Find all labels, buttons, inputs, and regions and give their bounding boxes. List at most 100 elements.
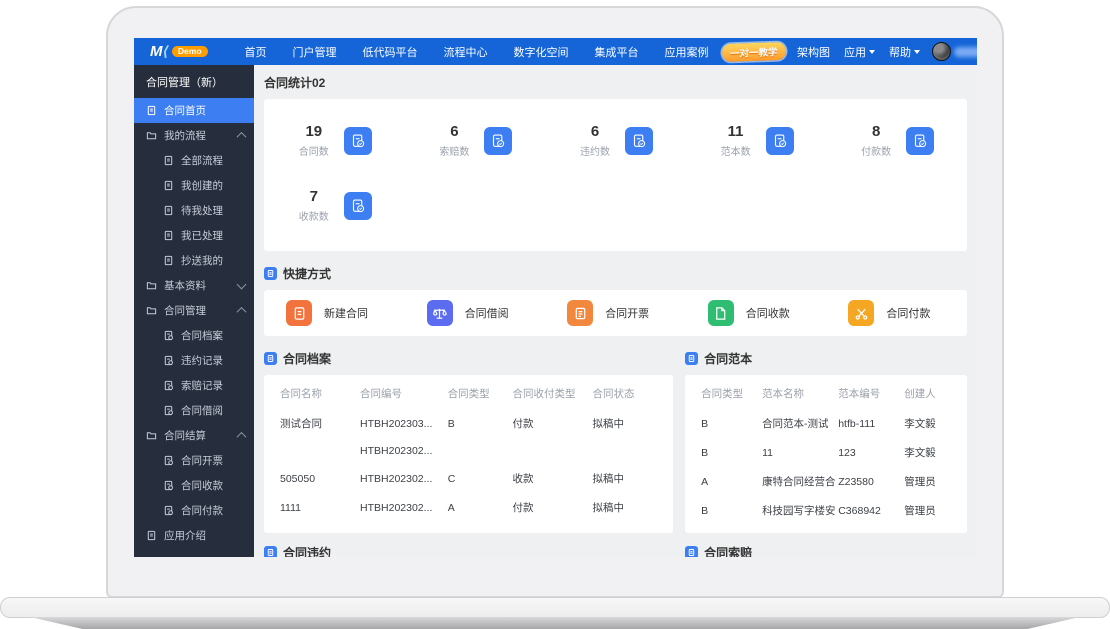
- nav-menu-item[interactable]: 低代码平台: [350, 44, 431, 60]
- sidebar-item[interactable]: 索赔记录: [134, 373, 254, 398]
- shortcut-item[interactable]: 新建合同: [264, 300, 405, 326]
- column-header: 合同名称: [278, 377, 358, 409]
- sidebar-item-label: 全部流程: [181, 153, 223, 168]
- table-cell: HTBH202302...: [358, 438, 446, 464]
- sidebar-item[interactable]: 待我处理: [134, 198, 254, 223]
- template-table-card: 合同类型范本名称范本编号创建人B合同范本-测试htfb-111李文毅B11123…: [685, 375, 967, 533]
- column-header: 合同状态: [591, 377, 660, 409]
- nav-menu-item[interactable]: 集成平台: [582, 44, 652, 60]
- chevron-up-icon: [237, 432, 247, 442]
- stat-doc-icon[interactable]: [625, 127, 653, 155]
- sidebar-item[interactable]: 我创建的: [134, 173, 254, 198]
- table-row[interactable]: B11123李文毅: [699, 438, 953, 467]
- shortcut-label: 合同付款: [886, 305, 930, 321]
- sidebar-item-label: 合同付款: [181, 503, 223, 518]
- shortcut-item[interactable]: 合同借阅: [405, 300, 546, 326]
- sidebar-item-label: 索赔记录: [181, 378, 223, 393]
- nav-right-area: 一对一教学 架构图应用帮助: [722, 42, 977, 61]
- sidebar-item[interactable]: 全部流程: [134, 148, 254, 173]
- main-content: 合同统计02 19合同数6索赔数6违约数11范本数8付款数 7收款数 快捷方式 …: [254, 65, 977, 557]
- table-row[interactable]: 1111HTBH202302...A付款拟稿中: [278, 493, 659, 522]
- column-header: 合同类型: [699, 377, 760, 409]
- table-row[interactable]: B科技园写字楼安...C368942管理员: [699, 496, 953, 525]
- promo-sticker[interactable]: 一对一教学: [721, 41, 785, 61]
- stat-doc-icon[interactable]: [344, 127, 372, 155]
- top-navbar: M ⟨ Demo 首页门户管理低代码平台流程中心数字化空间集成平台应用案例 一对…: [134, 38, 977, 65]
- table-cell: 测试合同: [278, 409, 358, 438]
- file-badge-icon: [163, 405, 174, 416]
- sidebar-item[interactable]: 抄送我的: [134, 248, 254, 273]
- column-header: 合同类型: [446, 377, 511, 409]
- sidebar-item[interactable]: 合同管理: [134, 298, 254, 323]
- stat-doc-icon[interactable]: [906, 127, 934, 155]
- stat-text: 6索赔数: [437, 123, 471, 158]
- sidebar-item[interactable]: 我已处理: [134, 223, 254, 248]
- table-row[interactable]: 测试合同HTBH202303...B付款拟稿中: [278, 409, 659, 438]
- table-cell: 11: [760, 438, 836, 467]
- sidebar-item-label: 合同档案: [181, 328, 223, 343]
- shortcut-item[interactable]: 合同开票: [545, 300, 686, 326]
- nav-menu-item[interactable]: 数字化空间: [501, 44, 582, 60]
- sidebar-item[interactable]: 合同借阅: [134, 398, 254, 423]
- claim-section-title: 合同索赔: [704, 544, 752, 557]
- shortcuts-section-header: 快捷方式: [254, 256, 977, 290]
- sidebar-item[interactable]: 合同结算: [134, 423, 254, 448]
- shortcut-item[interactable]: 合同收款: [686, 300, 827, 326]
- table-row[interactable]: B合同范本-测试htfb-111李文毅: [699, 409, 953, 438]
- nav-link-help[interactable]: 帮助: [889, 44, 920, 60]
- folder-icon: [146, 430, 157, 441]
- sidebar-item[interactable]: 合同首页: [134, 98, 254, 123]
- sidebar-item[interactable]: 合同开票: [134, 448, 254, 473]
- shortcut-item[interactable]: 合同付款: [826, 300, 967, 326]
- nav-menu-item[interactable]: 首页: [232, 44, 280, 60]
- user-avatar-icon[interactable]: [932, 42, 951, 61]
- stat-doc-icon[interactable]: [344, 192, 372, 220]
- stat-doc-icon[interactable]: [484, 127, 512, 155]
- section-doc-icon: [264, 352, 277, 365]
- table-row[interactable]: A康特合同经营合...Z23580管理员: [699, 467, 953, 496]
- stat-value: 19: [297, 123, 331, 141]
- table-cell: [446, 438, 511, 464]
- stats-section-title: 合同统计02: [264, 74, 325, 91]
- laptop-base: [0, 597, 1110, 618]
- sidebar-item[interactable]: 合同收款: [134, 473, 254, 498]
- table-cell: 505050: [278, 464, 358, 493]
- sidebar-item[interactable]: 合同档案: [134, 323, 254, 348]
- sidebar-item-label: 基本资料: [164, 278, 206, 293]
- table-row[interactable]: HTBH202302...: [278, 438, 659, 464]
- nav-link-apps[interactable]: 应用: [844, 44, 875, 60]
- nav-menu-item[interactable]: 门户管理: [280, 44, 350, 60]
- sidebar-item[interactable]: 我的流程: [134, 123, 254, 148]
- scales-icon: [427, 300, 453, 326]
- nav-menu-item[interactable]: 流程中心: [431, 44, 501, 60]
- shortcuts-section-title: 快捷方式: [283, 265, 331, 282]
- contract-icon: [286, 300, 312, 326]
- sidebar-item[interactable]: 应用介绍: [134, 523, 254, 548]
- doc-icon: [163, 255, 174, 266]
- table-header-row: 合同类型范本名称范本编号创建人: [699, 377, 953, 409]
- table-row[interactable]: 505050HTBH202302...C收款拟稿中: [278, 464, 659, 493]
- sidebar-item-label: 合同首页: [164, 103, 206, 118]
- app-body: 合同管理（新） 合同首页我的流程全部流程我创建的待我处理我已处理抄送我的基本资料…: [134, 65, 977, 557]
- nav-link-architecture[interactable]: 架构图: [797, 44, 830, 60]
- stat-doc-icon[interactable]: [766, 127, 794, 155]
- stat-text: 6违约数: [578, 123, 612, 158]
- username-blurred: [954, 47, 977, 57]
- file-badge-icon: [163, 330, 174, 341]
- shortcut-label: 合同收款: [746, 305, 790, 321]
- stat-label: 付款数: [859, 143, 893, 158]
- table-cell: C: [446, 464, 511, 493]
- sidebar-item-label: 应用介绍: [164, 528, 206, 543]
- nav-link-label: 帮助: [889, 44, 911, 60]
- user-menu[interactable]: [932, 42, 977, 61]
- nav-menu-item[interactable]: 应用案例: [652, 44, 722, 60]
- logo-bracket-glyph: ⟨: [163, 43, 169, 60]
- file-badge-icon: [163, 505, 174, 516]
- stat-label: 合同数: [297, 143, 331, 158]
- sidebar-item[interactable]: 基本资料: [134, 273, 254, 298]
- doc-icon: [163, 205, 174, 216]
- sidebar-item[interactable]: 合同付款: [134, 498, 254, 523]
- sidebar-item[interactable]: 违约记录: [134, 348, 254, 373]
- sidebar-item-label: 合同结算: [164, 428, 206, 443]
- app-logo[interactable]: M ⟨ Demo: [150, 43, 208, 60]
